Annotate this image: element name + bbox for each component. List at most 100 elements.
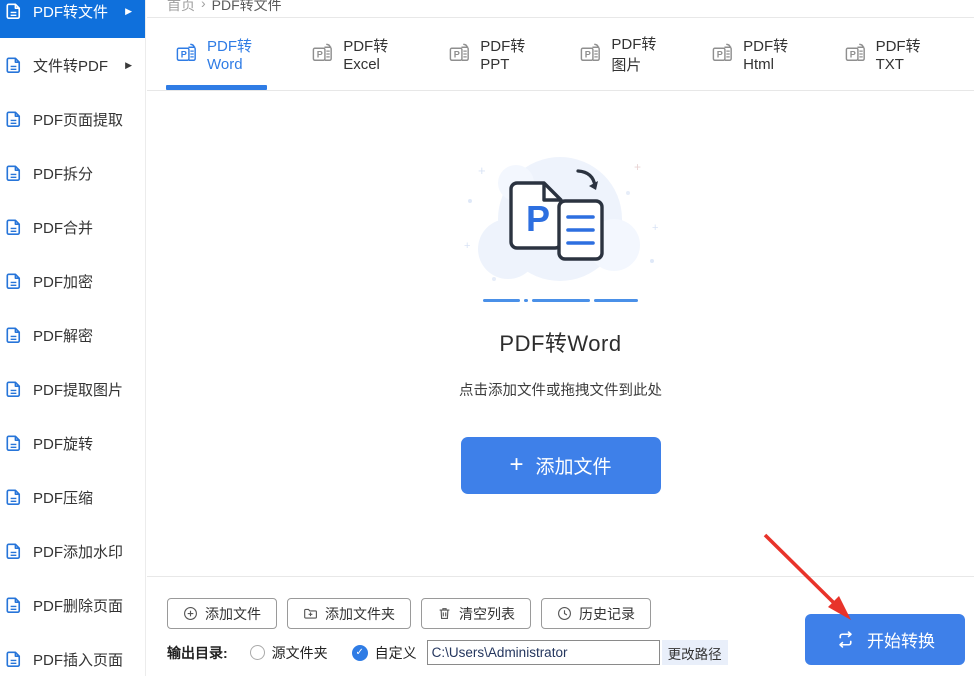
sidebar-item-label: PDF插入页面 — [33, 649, 123, 670]
pdf-rotate-icon — [3, 433, 24, 454]
dashed-underline — [483, 299, 638, 302]
start-convert-label: 开始转换 — [867, 627, 935, 652]
sidebar-item-insert-pages[interactable]: PDF插入页面 — [0, 632, 145, 676]
custom-folder-radio[interactable]: ✓ 自定义 — [352, 643, 417, 663]
convert-loop-icon — [835, 629, 856, 650]
svg-text:P: P — [585, 50, 591, 60]
svg-text:+: + — [478, 163, 486, 178]
breadcrumb-row: 首页 › PDF转文件 — [147, 0, 974, 18]
tab-label: PDF转Excel — [343, 35, 401, 73]
sidebar-item-delete-pages[interactable]: PDF删除页面 — [0, 578, 145, 632]
svg-text:P: P — [849, 50, 855, 60]
tab-pdf转txt[interactable]: P PDF转TXT — [844, 18, 927, 90]
active-tab-underline — [166, 85, 267, 90]
tab-pdf转excel[interactable]: P PDF转Excel — [311, 18, 401, 90]
pdf-convert-tab-icon: P — [711, 42, 735, 66]
file-toolbar: 添加文件添加文件夹 清空列表 历史记录 — [167, 598, 651, 629]
main-area: 首页 › PDF转文件 PPDF转WordPPDF转ExcelPPDF转PPTP… — [147, 0, 974, 676]
add-file-button[interactable]: 添加文件 — [167, 598, 277, 629]
conversion-tabbar: P PDF转Word P PDF转Excel P PDF转PPT P PDF转图片 P PDF转H… — [147, 18, 974, 91]
sidebar-item-page-extract[interactable]: PDF页面提取 — [0, 92, 145, 146]
sidebar-item-pdf-encrypt[interactable]: PDF加密 — [0, 254, 145, 308]
tab-label: PDF转图片 — [611, 33, 664, 75]
tab-pdf转html[interactable]: P PDF转Html — [711, 18, 796, 90]
tab-pdf转ppt[interactable]: P PDF转PPT — [448, 18, 532, 90]
svg-text:P: P — [454, 50, 460, 60]
svg-text:+: + — [634, 160, 641, 174]
output-directory-row: 输出目录: 源文件夹 ✓ 自定义 更改路径 — [167, 640, 728, 665]
pdf-convert-tab-icon: P — [579, 42, 603, 66]
tab-label: PDF转TXT — [876, 35, 927, 73]
file-to-pdf-icon — [3, 55, 24, 76]
pdf-convert-tab-icon: P — [448, 42, 472, 66]
pdf-decrypt-icon — [3, 325, 24, 346]
breadcrumb-home[interactable]: 首页 — [167, 0, 195, 15]
pdf-convert-illustration: + + + + P — [456, 153, 666, 293]
pdf-split-icon — [3, 163, 24, 184]
pdf-compress-icon — [3, 487, 24, 508]
sidebar-item-pdf-decrypt[interactable]: PDF解密 — [0, 308, 145, 362]
change-path-button[interactable]: 更改路径 — [662, 640, 728, 665]
pdf-merge-icon — [3, 217, 24, 238]
sidebar-item-extract-images[interactable]: PDF提取图片 — [0, 362, 145, 416]
output-path-input[interactable] — [427, 640, 660, 665]
add-folder-button[interactable]: 添加文件夹 — [287, 598, 411, 629]
sidebar-item-label: PDF合并 — [33, 217, 93, 238]
pdf-converter-window: PDF转文件▶ 文件转PDF ▶ PDF页面提取 PDF拆分 PDF合并 PDF加密 PDF解… — [0, 0, 974, 676]
breadcrumb-separator: › — [201, 0, 206, 15]
insert-pages-icon — [3, 649, 24, 670]
add-file-icon — [183, 606, 198, 621]
sidebar-item-label: 文件转PDF — [33, 55, 108, 76]
history-button[interactable]: 历史记录 — [541, 598, 651, 629]
output-directory-label: 输出目录: — [167, 643, 228, 663]
sidebar-item-label: PDF页面提取 — [33, 109, 123, 130]
sidebar-item-label: PDF提取图片 — [33, 379, 123, 400]
svg-text:P: P — [526, 198, 550, 239]
tab-label: PDF转Word — [207, 35, 264, 73]
sidebar-item-pdf-rotate[interactable]: PDF旋转 — [0, 416, 145, 470]
tab-pdf转图片[interactable]: P PDF转图片 — [579, 18, 664, 90]
sidebar-item-pdf-merge[interactable]: PDF合并 — [0, 200, 145, 254]
toolbar-button-label: 清空列表 — [459, 604, 515, 624]
source-folder-label: 源文件夹 — [272, 643, 328, 663]
dropzone-title: PDF转Word — [499, 326, 621, 358]
source-folder-radio[interactable]: 源文件夹 — [250, 643, 328, 663]
add-watermark-icon — [3, 541, 24, 562]
start-convert-button[interactable]: 开始转换 — [805, 614, 965, 665]
svg-text:+: + — [464, 240, 470, 252]
clear-list-button[interactable]: 清空列表 — [421, 598, 531, 629]
tab-label: PDF转PPT — [480, 35, 532, 73]
pdf-to-file-icon — [3, 1, 24, 22]
sidebar-item-add-watermark[interactable]: PDF添加水印 — [0, 524, 145, 578]
sidebar-item-label: PDF拆分 — [33, 163, 93, 184]
add-files-button-label: 添加文件 — [536, 452, 612, 479]
pdf-convert-tab-icon: P — [175, 42, 199, 66]
tab-pdf转word[interactable]: P PDF转Word — [175, 18, 264, 90]
sidebar-item-pdf-compress[interactable]: PDF压缩 — [0, 470, 145, 524]
sidebar-item-label: PDF解密 — [33, 325, 93, 346]
sidebar-item-label: PDF旋转 — [33, 433, 93, 454]
sidebar: PDF转文件▶ 文件转PDF ▶ PDF页面提取 PDF拆分 PDF合并 PDF加密 PDF解… — [0, 0, 146, 676]
sidebar-item-pdf-split[interactable]: PDF拆分 — [0, 146, 145, 200]
tab-label: PDF转Html — [743, 35, 796, 73]
svg-text:P: P — [317, 50, 323, 60]
radio-circle-icon[interactable] — [250, 645, 265, 660]
sidebar-item-pdf-to-file[interactable]: PDF转文件▶ — [0, 0, 145, 38]
dropzone[interactable]: + + + + P — [147, 91, 974, 575]
dropzone-hint: 点击添加文件或拖拽文件到此处 — [459, 379, 662, 400]
sidebar-list: PDF转文件▶ 文件转PDF ▶ PDF页面提取 PDF拆分 PDF合并 PDF加密 PDF解… — [0, 0, 145, 676]
add-folder-icon — [303, 606, 318, 621]
sidebar-item-label: PDF压缩 — [33, 487, 93, 508]
sidebar-item-file-to-pdf[interactable]: 文件转PDF ▶ — [0, 38, 145, 92]
sidebar-item-label: PDF加密 — [33, 271, 93, 292]
delete-pages-icon — [3, 595, 24, 616]
svg-text:P: P — [181, 50, 187, 60]
submenu-arrow-icon: ▶ — [125, 60, 132, 71]
pdf-encrypt-icon — [3, 271, 24, 292]
sidebar-item-label: PDF转文件 — [33, 1, 108, 22]
pdf-convert-tab-icon: P — [311, 42, 335, 66]
checked-radio-icon[interactable]: ✓ — [352, 645, 368, 661]
clear-list-icon — [437, 606, 452, 621]
add-files-button[interactable]: + 添加文件 — [461, 437, 661, 494]
custom-folder-label: 自定义 — [375, 643, 417, 663]
